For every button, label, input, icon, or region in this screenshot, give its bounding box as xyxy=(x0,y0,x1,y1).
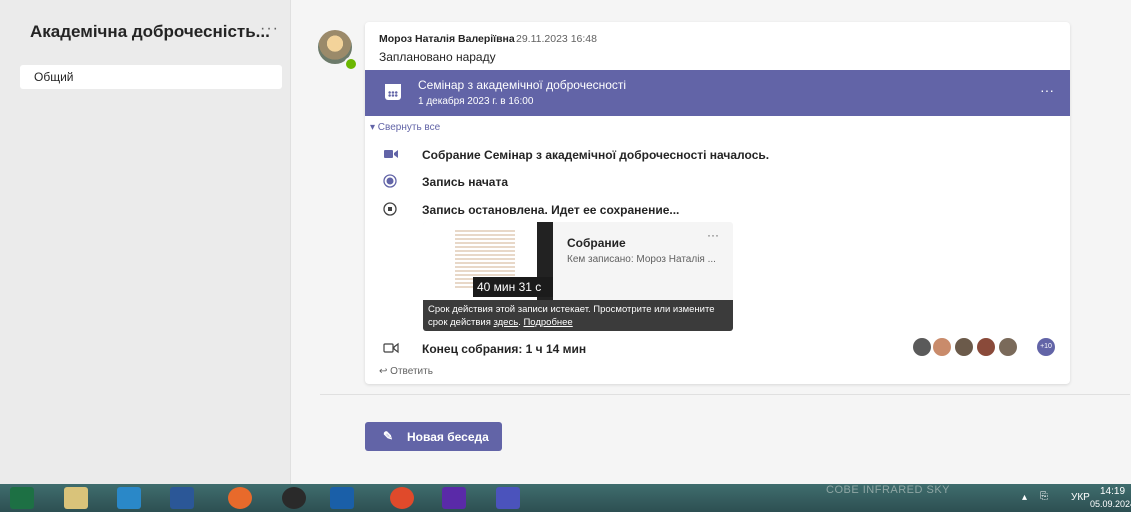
participant-avatar[interactable] xyxy=(933,338,951,356)
participant-avatar[interactable] xyxy=(955,338,973,356)
meeting-banner[interactable]: Семінар з академічної доброчесності 1 де… xyxy=(365,70,1070,116)
participant-avatar[interactable] xyxy=(977,338,995,356)
reply-label: Ответить xyxy=(390,366,433,377)
obs-icon[interactable] xyxy=(330,487,354,509)
recording-expiry-notice: Срок действия этой записи истекает. Прос… xyxy=(423,300,733,331)
post-author: Мороз Наталія Валеріївна xyxy=(379,33,515,45)
reply-icon: ↩ xyxy=(379,366,388,377)
event-text: Запись начата xyxy=(422,175,509,189)
presence-available-icon xyxy=(344,57,358,71)
event-text: Запись остановлена. Идет ее сохранение..… xyxy=(422,203,680,217)
record-start-icon xyxy=(383,174,397,188)
chrome-icon[interactable] xyxy=(390,487,414,509)
video-camera-icon xyxy=(384,150,398,158)
firefox-icon[interactable] xyxy=(228,487,252,509)
collapse-all-link[interactable]: ▾ Свернуть все xyxy=(370,122,440,133)
tray-up-arrow-icon[interactable]: ▴ xyxy=(1022,492,1027,503)
channel-item-general[interactable]: Общий xyxy=(20,65,282,89)
new-conversation-button[interactable]: ✎ Новая беседа xyxy=(365,422,502,451)
recording-duration: 40 мин 31 с xyxy=(473,277,553,297)
clock-time[interactable]: 14:19 xyxy=(1100,486,1125,497)
meeting-title[interactable]: Семінар з академічної доброчесності xyxy=(418,78,626,92)
watermark-text: COBE INFRARED SKY xyxy=(826,484,951,496)
meeting-date: 1 декабря 2023 г. в 16:00 xyxy=(418,96,534,107)
recording-more-options-button[interactable]: ··· xyxy=(707,228,719,242)
more-participants-badge[interactable]: +10 xyxy=(1037,338,1055,356)
video-off-icon xyxy=(383,342,399,354)
event-text: Конец собрания: 1 ч 14 мин xyxy=(422,342,587,356)
team-title[interactable]: Академічна доброчесність... xyxy=(30,22,270,42)
channel-label: Общий xyxy=(34,70,74,84)
calendar-icon xyxy=(385,84,401,100)
media-icon[interactable] xyxy=(282,487,306,509)
clock-date[interactable]: 05.09.2024 xyxy=(1090,499,1131,509)
taskbar: COBE INFRARED SKY ▴ ⎘ УКР 14:19 05.09.20… xyxy=(0,484,1131,512)
excel-icon[interactable] xyxy=(10,487,34,509)
app-icon[interactable] xyxy=(117,487,141,509)
language-indicator[interactable]: УКР xyxy=(1071,492,1090,503)
video-editor-icon[interactable] xyxy=(442,487,466,509)
conversation-divider xyxy=(320,394,1130,395)
reply-link[interactable]: ↩ Ответить xyxy=(379,366,433,377)
expiry-change-link[interactable]: здесь xyxy=(493,317,518,328)
recording-title[interactable]: Собрание xyxy=(567,236,626,250)
participant-avatar[interactable] xyxy=(999,338,1017,356)
meeting-more-options-button[interactable]: ··· xyxy=(1040,82,1054,98)
post-subject: Заплановано нараду xyxy=(379,50,496,64)
participant-avatar[interactable] xyxy=(913,338,931,356)
word-icon[interactable] xyxy=(170,487,194,509)
compose-icon: ✎ xyxy=(383,429,394,443)
team-more-options-button[interactable]: ··· xyxy=(260,20,279,38)
network-icon[interactable]: ⎘ xyxy=(1040,491,1048,502)
event-text: Собрание Семінар з академічної доброчесн… xyxy=(422,148,770,162)
recording-author: Кем записано: Мороз Наталія ... xyxy=(567,254,716,265)
learn-more-link[interactable]: Подробнее xyxy=(523,317,572,328)
post-timestamp: 29.11.2023 16:48 xyxy=(516,33,597,45)
record-stop-icon xyxy=(383,202,397,216)
sidebar: Академічна доброчесність... ··· Общий xyxy=(0,0,290,484)
file-explorer-icon[interactable] xyxy=(64,487,88,509)
meeting-post-card: Мороз Наталія Валеріївна 29.11.2023 16:4… xyxy=(365,22,1070,384)
recording-card[interactable]: 40 мин 31 с Собрание Кем записано: Мороз… xyxy=(423,222,733,331)
new-conversation-label: Новая беседа xyxy=(407,430,489,444)
teams-icon[interactable] xyxy=(496,487,520,509)
